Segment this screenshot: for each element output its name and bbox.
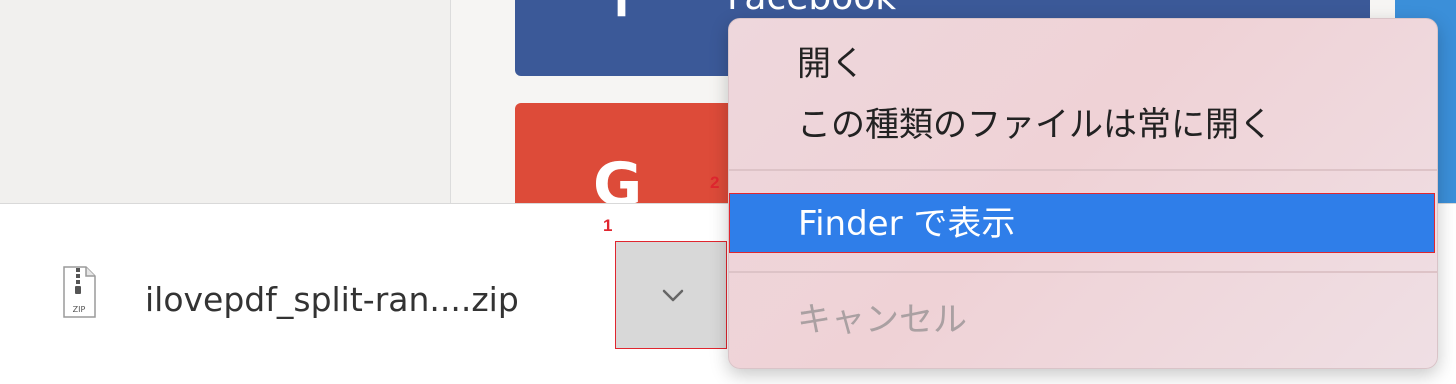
- menu-item-cancel[interactable]: キャンセル: [729, 291, 1437, 349]
- menu-separator: [729, 169, 1437, 171]
- step-marker-1: 1: [603, 216, 613, 235]
- chevron-down-icon: [662, 289, 684, 302]
- download-options-button[interactable]: [615, 241, 727, 349]
- context-menu: 開く この種類のファイルは常に開く Finder で表示 キャンセル: [728, 18, 1438, 369]
- menu-item-always-open[interactable]: この種類のファイルは常に開く: [729, 96, 1437, 154]
- zip-icon-text: ZIP: [73, 305, 86, 314]
- menu-separator: [729, 271, 1437, 273]
- facebook-label: Facebook: [727, 0, 896, 16]
- left-pane: [0, 0, 450, 203]
- zip-file-icon: ZIP: [62, 266, 96, 318]
- pane-divider: [450, 0, 451, 203]
- facebook-icon: f: [613, 0, 633, 27]
- menu-item-show-in-finder[interactable]: Finder で表示: [729, 193, 1435, 253]
- download-filename[interactable]: ilovepdf_split-ran....zip: [145, 278, 519, 322]
- menu-item-open[interactable]: 開く: [729, 35, 1437, 93]
- step-marker-2: 2: [710, 173, 720, 192]
